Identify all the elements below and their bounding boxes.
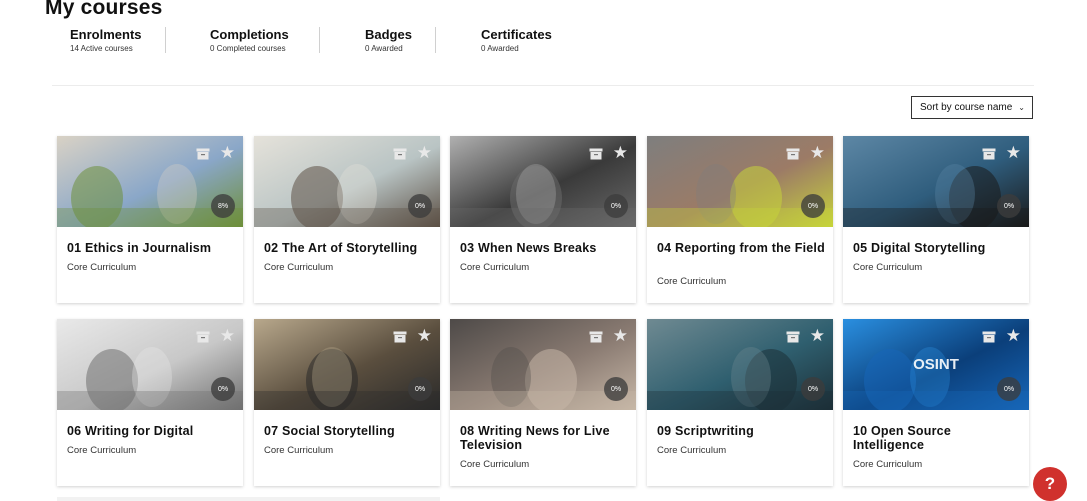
stat-enrolments: Enrolments 14 Active courses: [70, 27, 165, 53]
card-actions: ★: [196, 145, 235, 162]
course-card[interactable]: ★ 0% 04 Reporting from the Field Core Curri…: [647, 136, 833, 303]
stat-label: Completions: [210, 27, 289, 42]
stat-sub: 0 Completed courses: [210, 44, 286, 53]
progress-badge: 0%: [408, 377, 432, 401]
course-category: Core Curriculum: [460, 262, 530, 273]
star-icon[interactable]: ★: [1006, 145, 1021, 162]
course-category: Core Curriculum: [853, 262, 923, 273]
archive-icon[interactable]: [196, 330, 210, 343]
course-card[interactable]: ★ 8% 01 Ethics in Journalism Core Curriculu…: [57, 136, 243, 303]
sort-dropdown[interactable]: Sort by course name ⌄: [911, 96, 1033, 119]
stat-completions: Completions 0 Completed courses: [210, 27, 319, 53]
progress-badge: 8%: [211, 194, 235, 218]
course-card[interactable]: ★ 0% 09 Scriptwriting Core Curriculum: [647, 319, 833, 486]
stat-divider: [435, 27, 436, 53]
stats-bar: Enrolments 14 Active courses Completions…: [70, 27, 581, 53]
svg-text:OSINT: OSINT: [913, 356, 959, 373]
course-card[interactable]: ★ 0% 02 The Art of Storytelling Core Curric…: [254, 136, 440, 303]
progress-badge: 0%: [997, 377, 1021, 401]
card-actions: ★: [786, 328, 825, 345]
chevron-down-icon: ⌄: [1018, 103, 1025, 112]
course-category: Core Curriculum: [657, 445, 727, 456]
sort-label: Sort by course name: [920, 102, 1013, 113]
star-icon[interactable]: ★: [417, 328, 432, 345]
star-icon[interactable]: ★: [613, 328, 628, 345]
stat-certificates: Certificates 0 Awarded: [481, 27, 581, 53]
archive-icon[interactable]: [393, 147, 407, 160]
card-actions: ★: [393, 328, 432, 345]
page-title: My courses: [45, 0, 163, 19]
archive-icon[interactable]: [786, 147, 800, 160]
course-title[interactable]: 10 Open Source Intelligence: [853, 424, 1023, 452]
course-category: Core Curriculum: [657, 276, 727, 287]
course-card[interactable]: OSINT ★ 0% 10 Open Source Intelligence Core …: [843, 319, 1029, 486]
stat-sub: 0 Awarded: [481, 44, 519, 53]
star-icon[interactable]: ★: [220, 145, 235, 162]
course-title[interactable]: 02 The Art of Storytelling: [264, 241, 434, 255]
course-category: Core Curriculum: [67, 262, 137, 273]
course-card[interactable]: ★ 0% 07 Social Storytelling Core Curriculum: [254, 319, 440, 486]
progress-badge: 0%: [408, 194, 432, 218]
stat-divider: [319, 27, 320, 53]
star-icon[interactable]: ★: [613, 145, 628, 162]
course-title[interactable]: 06 Writing for Digital: [67, 424, 237, 438]
archive-icon[interactable]: [589, 330, 603, 343]
course-title[interactable]: 09 Scriptwriting: [657, 424, 827, 438]
header-divider: [52, 85, 1034, 86]
help-button[interactable]: ?: [1033, 467, 1067, 501]
progress-badge: 0%: [801, 194, 825, 218]
course-title[interactable]: 03 When News Breaks: [460, 241, 630, 255]
card-actions: ★: [786, 145, 825, 162]
stat-divider: [165, 27, 166, 53]
archive-icon[interactable]: [589, 147, 603, 160]
course-card[interactable]: ★ 0% 06 Writing for Digital Core Curriculum: [57, 319, 243, 486]
stat-sub: 14 Active courses: [70, 44, 133, 53]
star-icon[interactable]: ★: [810, 145, 825, 162]
card-actions: ★: [589, 328, 628, 345]
card-actions: ★: [393, 145, 432, 162]
course-title[interactable]: 08 Writing News for Live Television: [460, 424, 630, 452]
course-card[interactable]: ★ 0% 03 When News Breaks Core Curriculum: [450, 136, 636, 303]
progress-badge: 0%: [604, 377, 628, 401]
course-title[interactable]: 01 Ethics in Journalism: [67, 241, 237, 255]
progress-badge: 0%: [997, 194, 1021, 218]
stat-label: Certificates: [481, 27, 552, 42]
course-title[interactable]: 04 Reporting from the Field: [657, 241, 827, 255]
archive-icon[interactable]: [982, 330, 996, 343]
stat-label: Enrolments: [70, 27, 142, 42]
card-actions: ★: [589, 145, 628, 162]
star-icon[interactable]: ★: [220, 328, 235, 345]
course-category: Core Curriculum: [264, 445, 334, 456]
course-category: Core Curriculum: [67, 445, 137, 456]
card-actions: ★: [196, 328, 235, 345]
card-actions: ★: [982, 145, 1021, 162]
course-category: Core Curriculum: [853, 459, 923, 470]
star-icon[interactable]: ★: [810, 328, 825, 345]
progress-badge: 0%: [604, 194, 628, 218]
stat-label: Badges: [365, 27, 412, 42]
next-row-card-edge: [57, 497, 440, 501]
course-card[interactable]: ★ 0% 05 Digital Storytelling Core Curriculu…: [843, 136, 1029, 303]
star-icon[interactable]: ★: [1006, 328, 1021, 345]
course-title[interactable]: 05 Digital Storytelling: [853, 241, 1023, 255]
course-category: Core Curriculum: [264, 262, 334, 273]
archive-icon[interactable]: [786, 330, 800, 343]
stat-sub: 0 Awarded: [365, 44, 403, 53]
archive-icon[interactable]: [196, 147, 210, 160]
star-icon[interactable]: ★: [417, 145, 432, 162]
archive-icon[interactable]: [393, 330, 407, 343]
progress-badge: 0%: [801, 377, 825, 401]
course-title[interactable]: 07 Social Storytelling: [264, 424, 434, 438]
course-category: Core Curriculum: [460, 459, 530, 470]
stat-badges: Badges 0 Awarded: [365, 27, 435, 53]
card-actions: ★: [982, 328, 1021, 345]
archive-icon[interactable]: [982, 147, 996, 160]
course-card[interactable]: ★ 0% 08 Writing News for Live Television Co…: [450, 319, 636, 486]
progress-badge: 0%: [211, 377, 235, 401]
